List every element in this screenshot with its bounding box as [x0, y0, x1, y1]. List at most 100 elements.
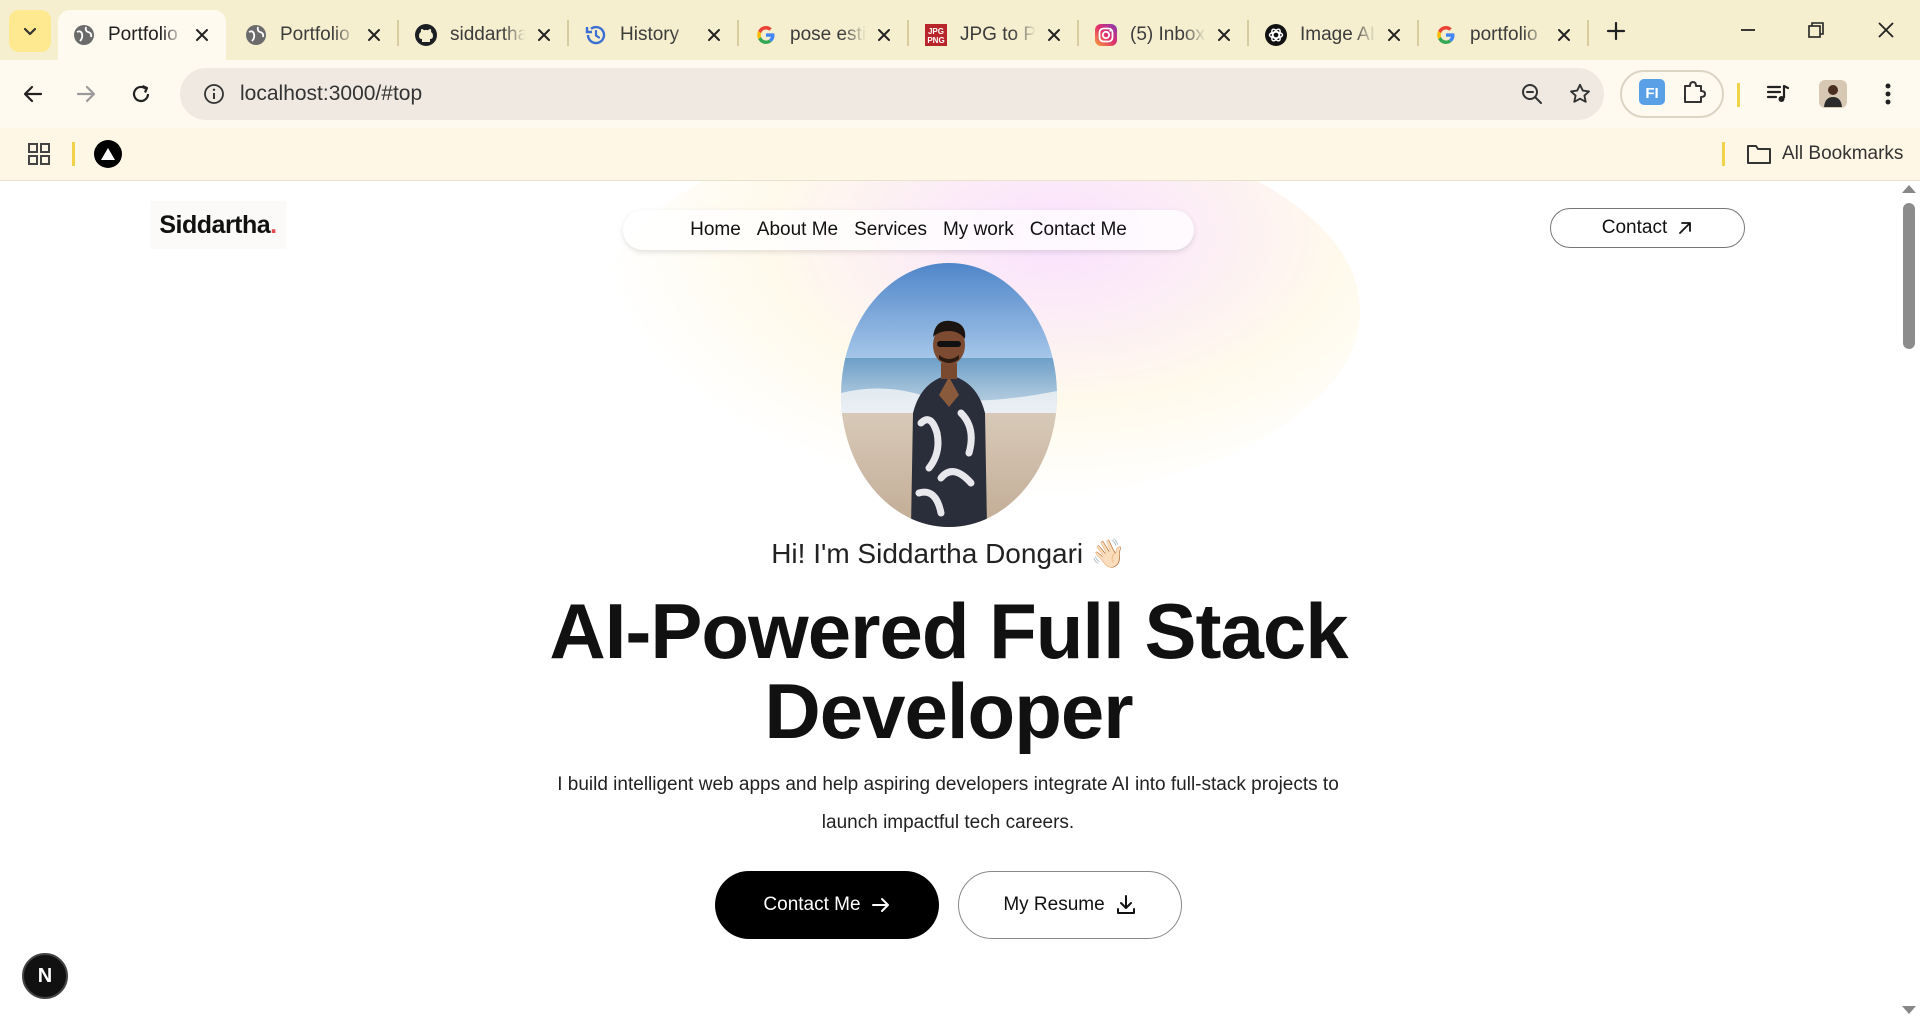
arrow-up-right-icon — [1679, 222, 1692, 234]
contact-me-label: Contact Me — [763, 894, 861, 915]
tab-title: History — [620, 24, 680, 45]
arrow-right-icon — [871, 898, 889, 912]
close-icon[interactable] — [532, 23, 556, 47]
site-info-icon[interactable] — [188, 83, 240, 105]
header-contact-button[interactable]: Contact — [1550, 208, 1745, 248]
close-icon[interactable] — [362, 23, 386, 47]
scrollbar-thumb[interactable] — [1903, 203, 1915, 349]
tab-title: pose estimation — [790, 24, 866, 45]
tab-separator — [1417, 20, 1419, 46]
scroll-up-arrow-icon[interactable] — [1902, 185, 1916, 193]
tab-github[interactable]: siddartha — [400, 10, 568, 60]
page-scrollbar[interactable] — [1897, 181, 1920, 1020]
profile-photo — [841, 263, 1057, 527]
tab-jpg-to-png[interactable]: JPGPNG JPG to PNG — [910, 10, 1078, 60]
nav-home[interactable]: Home — [690, 219, 741, 241]
back-button[interactable] — [15, 76, 51, 112]
all-bookmarks-label: All Bookmarks — [1782, 143, 1904, 164]
nav-my-work[interactable]: My work — [943, 219, 1014, 241]
tab-google-portfolio[interactable]: portfolio — [1420, 10, 1588, 60]
svg-text:JPG: JPG — [928, 27, 944, 36]
close-icon[interactable] — [190, 23, 214, 47]
tab-title: siddartha — [450, 24, 526, 45]
star-icon[interactable] — [1556, 70, 1604, 118]
apps-grid-icon[interactable] — [24, 139, 54, 169]
profile-avatar[interactable] — [1815, 76, 1851, 112]
new-tab-button[interactable] — [1599, 14, 1633, 48]
header-contact-label: Contact — [1601, 217, 1668, 238]
tab-separator — [1077, 20, 1079, 46]
greeting-text: Hi! I'm Siddartha Dongari 👋🏻 — [771, 538, 1126, 569]
github-icon — [414, 23, 438, 47]
history-icon — [584, 23, 608, 47]
tab-separator — [1587, 20, 1589, 46]
media-control-icon[interactable] — [1760, 76, 1796, 112]
close-icon[interactable] — [1212, 23, 1236, 47]
site-logo[interactable]: Siddartha. — [150, 201, 286, 249]
close-icon — [1878, 22, 1894, 38]
tab-instagram-inbox[interactable]: (5) Inbox — [1080, 10, 1248, 60]
close-icon[interactable] — [702, 23, 726, 47]
my-resume-button[interactable]: My Resume — [958, 871, 1182, 939]
close-icon[interactable] — [1042, 23, 1066, 47]
tab-separator — [1247, 20, 1249, 46]
tab-portfolio[interactable]: Portfolio — [230, 10, 398, 60]
svg-text:PNG: PNG — [927, 36, 944, 45]
hero-headline: AI-Powered Full Stack Developer — [0, 591, 1897, 751]
tab-strip: Portfolio Portfolio siddartha History po… — [0, 0, 1920, 60]
arrow-left-icon — [23, 85, 43, 103]
scroll-down-arrow-icon[interactable] — [1902, 1006, 1916, 1014]
puzzle-icon[interactable] — [1680, 78, 1708, 111]
close-window-button[interactable] — [1861, 8, 1911, 52]
contact-me-button[interactable]: Contact Me — [715, 871, 939, 939]
tab-history[interactable]: History — [570, 10, 738, 60]
nav-contact-me[interactable]: Contact Me — [1030, 219, 1127, 241]
globe-icon — [244, 23, 268, 47]
tab-google-pose[interactable]: pose estimation — [740, 10, 908, 60]
tab-separator — [397, 20, 399, 46]
download-icon — [1116, 895, 1135, 914]
globe-icon — [72, 23, 96, 47]
tab-title: Image AI — [1300, 24, 1375, 45]
toolbar-separator — [1737, 83, 1740, 107]
logo-text: Siddartha — [159, 210, 271, 239]
tab-search-button[interactable] — [9, 10, 51, 52]
vercel-bookmark-icon[interactable] — [94, 140, 122, 168]
main-nav: Home About Me Services My work Contact M… — [623, 210, 1194, 250]
forward-button[interactable] — [68, 76, 104, 112]
nextjs-dev-badge[interactable]: N — [22, 953, 68, 999]
url-text[interactable]: localhost:3000/#top — [240, 82, 1508, 106]
all-bookmarks-button[interactable]: All Bookmarks — [1746, 138, 1903, 170]
openai-icon — [1264, 23, 1288, 47]
extension-fi-icon[interactable]: FI — [1637, 77, 1667, 112]
bookmarks-separator — [1722, 142, 1725, 166]
minimize-button[interactable] — [1723, 8, 1773, 52]
instagram-icon — [1094, 23, 1118, 47]
tab-title: JPG to PNG — [960, 24, 1036, 45]
folder-icon — [1747, 145, 1771, 164]
tab-image-ai[interactable]: Image AI — [1250, 10, 1418, 60]
tab-title: (5) Inbox — [1130, 24, 1205, 45]
hero-description: I build intelligent web apps and help as… — [557, 774, 1339, 833]
restore-button[interactable] — [1791, 8, 1841, 52]
close-icon[interactable] — [1382, 23, 1406, 47]
google-icon — [1434, 23, 1458, 47]
minimize-icon — [1741, 29, 1755, 31]
extensions-group: FI — [1620, 70, 1724, 118]
reload-icon — [132, 84, 150, 103]
page-viewport: Siddartha. Home About Me Services My wor… — [0, 181, 1920, 1020]
tab-portfolio-active[interactable]: Portfolio — [58, 10, 226, 60]
nav-services[interactable]: Services — [854, 219, 927, 241]
nav-about-me[interactable]: About Me — [757, 219, 838, 241]
my-resume-label: My Resume — [1003, 894, 1105, 915]
tab-title: Portfolio — [108, 24, 178, 45]
address-bar[interactable]: localhost:3000/#top — [180, 68, 1604, 120]
bookmarks-bar: All Bookmarks — [0, 128, 1920, 181]
kebab-menu-icon[interactable] — [1870, 76, 1906, 112]
close-icon[interactable] — [872, 23, 896, 47]
zoom-icon[interactable] — [1508, 70, 1556, 118]
arrow-right-icon — [76, 85, 96, 103]
hero-headline-line-2: Developer — [764, 667, 1133, 755]
close-icon[interactable] — [1552, 23, 1576, 47]
reload-button[interactable] — [123, 76, 159, 112]
